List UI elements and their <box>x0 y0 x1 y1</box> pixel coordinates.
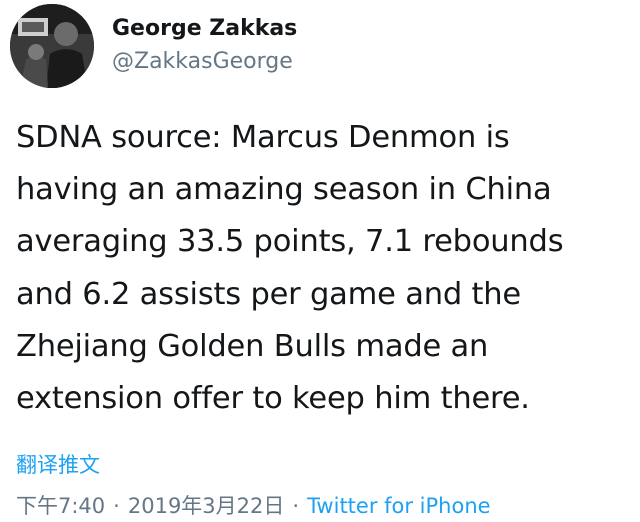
tweet-text-line: Zhejiang Golden Bulls made an <box>16 328 489 364</box>
tweet-date[interactable]: 2019年3月22日 <box>128 494 285 518</box>
avatar-image-icon <box>10 4 94 88</box>
tweet-meta: 下午7:40 · 2019年3月22日 · Twitter for iPhone <box>16 492 491 520</box>
tweet-source-link[interactable]: Twitter for iPhone <box>307 494 491 518</box>
user-handle[interactable]: @ZakkasGeorge <box>112 47 297 77</box>
tweet-text: SDNA source: Marcus Denmon is having an … <box>16 112 636 425</box>
tweet-time[interactable]: 下午7:40 <box>16 494 105 518</box>
display-name[interactable]: George Zakkas <box>112 15 297 43</box>
tweet-text-line: averaging 33.5 points, 7.1 rebounds <box>16 224 564 260</box>
translate-tweet-link[interactable]: 翻译推文 <box>16 451 100 479</box>
meta-separator: · <box>113 494 120 518</box>
tweet-text-line: and 6.2 assists per game and the <box>16 276 521 312</box>
tweet-card: George Zakkas @ZakkasGeorge SDNA source:… <box>0 0 640 522</box>
tweet-text-line: having an amazing season in China <box>16 172 552 208</box>
user-names: George Zakkas @ZakkasGeorge <box>112 15 297 77</box>
tweet-text-line: SDNA source: Marcus Denmon is <box>16 120 510 155</box>
meta-separator: · <box>292 494 300 518</box>
tweet-header: George Zakkas @ZakkasGeorge <box>10 4 297 88</box>
tweet-text-line: extension offer to keep him there. <box>16 381 530 417</box>
avatar[interactable] <box>10 4 94 88</box>
